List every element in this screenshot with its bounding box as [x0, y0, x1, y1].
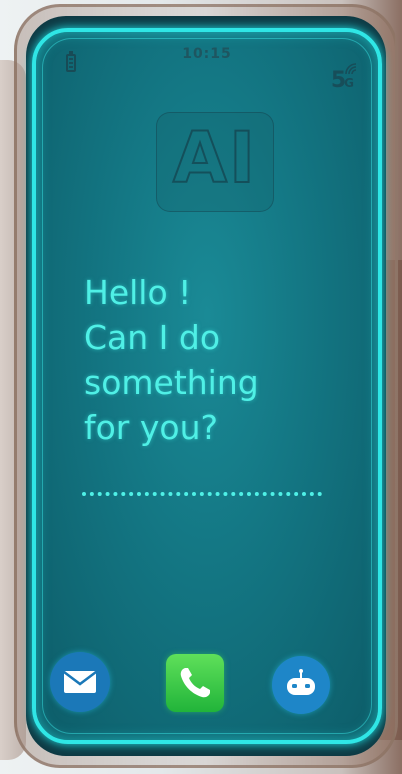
- mail-icon: [63, 671, 97, 693]
- robot-icon: [287, 669, 315, 695]
- phone-button[interactable]: [166, 654, 224, 712]
- greeting-line: Can I do: [84, 318, 221, 357]
- ai-logo: AI: [156, 112, 274, 212]
- greeting-line: something: [84, 363, 259, 402]
- battery-icon: [66, 51, 76, 72]
- typing-indicator: [82, 492, 322, 496]
- status-time: 10:15: [182, 46, 232, 62]
- greeting-line: Hello !: [84, 273, 192, 312]
- mail-button[interactable]: [50, 652, 110, 712]
- phone-icon: [180, 668, 210, 698]
- greeting-line: for you?: [84, 408, 219, 447]
- greeting-message: Hello ! Can I do something for you?: [84, 270, 364, 450]
- photo-scene: 10:15 5G AI Hello ! Can I do something f…: [0, 0, 402, 774]
- network-suffix: G: [344, 76, 354, 90]
- phone-screen: 10:15 5G AI Hello ! Can I do something f…: [32, 28, 382, 744]
- wifi-signal-icon: [345, 63, 357, 75]
- assistant-bot-button[interactable]: [272, 656, 330, 714]
- network-indicator: 5G: [331, 63, 357, 93]
- ai-logo-text: AI: [172, 116, 258, 200]
